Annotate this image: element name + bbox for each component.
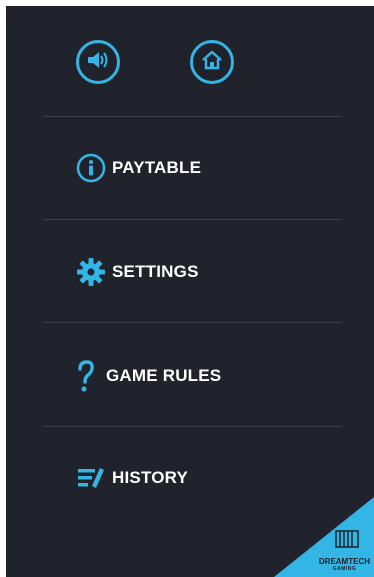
home-icon bbox=[200, 49, 224, 76]
brand-logo: DREAMTECH GAMING bbox=[319, 557, 370, 572]
home-button[interactable] bbox=[190, 40, 234, 84]
brand-sub: GAMING bbox=[332, 566, 357, 572]
divider bbox=[44, 322, 342, 323]
menu-label-paytable: PAYTABLE bbox=[112, 158, 202, 177]
menu-label-history: HISTORY bbox=[112, 468, 189, 487]
gear-icon bbox=[76, 257, 106, 287]
menu-panel: PAYTABLE SETTINGS GAME RULES HISTORY DRE… bbox=[6, 6, 374, 577]
history-icon bbox=[76, 465, 106, 491]
divider bbox=[44, 116, 342, 117]
divider bbox=[44, 219, 342, 220]
question-mark-icon bbox=[76, 359, 94, 393]
menu-label-settings: SETTINGS bbox=[112, 262, 199, 281]
brand-name: DREAMTECH bbox=[318, 557, 370, 566]
speaker-icon bbox=[86, 49, 110, 76]
divider bbox=[44, 426, 342, 427]
menu-item-paytable[interactable]: PAYTABLE bbox=[76, 148, 201, 188]
menu-label-game-rules: GAME RULES bbox=[106, 366, 222, 385]
info-icon bbox=[76, 153, 106, 183]
sound-toggle-button[interactable] bbox=[76, 40, 120, 84]
menu-item-game-rules[interactable]: GAME RULES bbox=[76, 356, 221, 396]
menu-item-history[interactable]: HISTORY bbox=[76, 458, 188, 498]
brand-corner: DREAMTECH GAMING bbox=[274, 497, 374, 577]
top-controls bbox=[6, 40, 374, 100]
menu-item-settings[interactable]: SETTINGS bbox=[76, 252, 199, 292]
